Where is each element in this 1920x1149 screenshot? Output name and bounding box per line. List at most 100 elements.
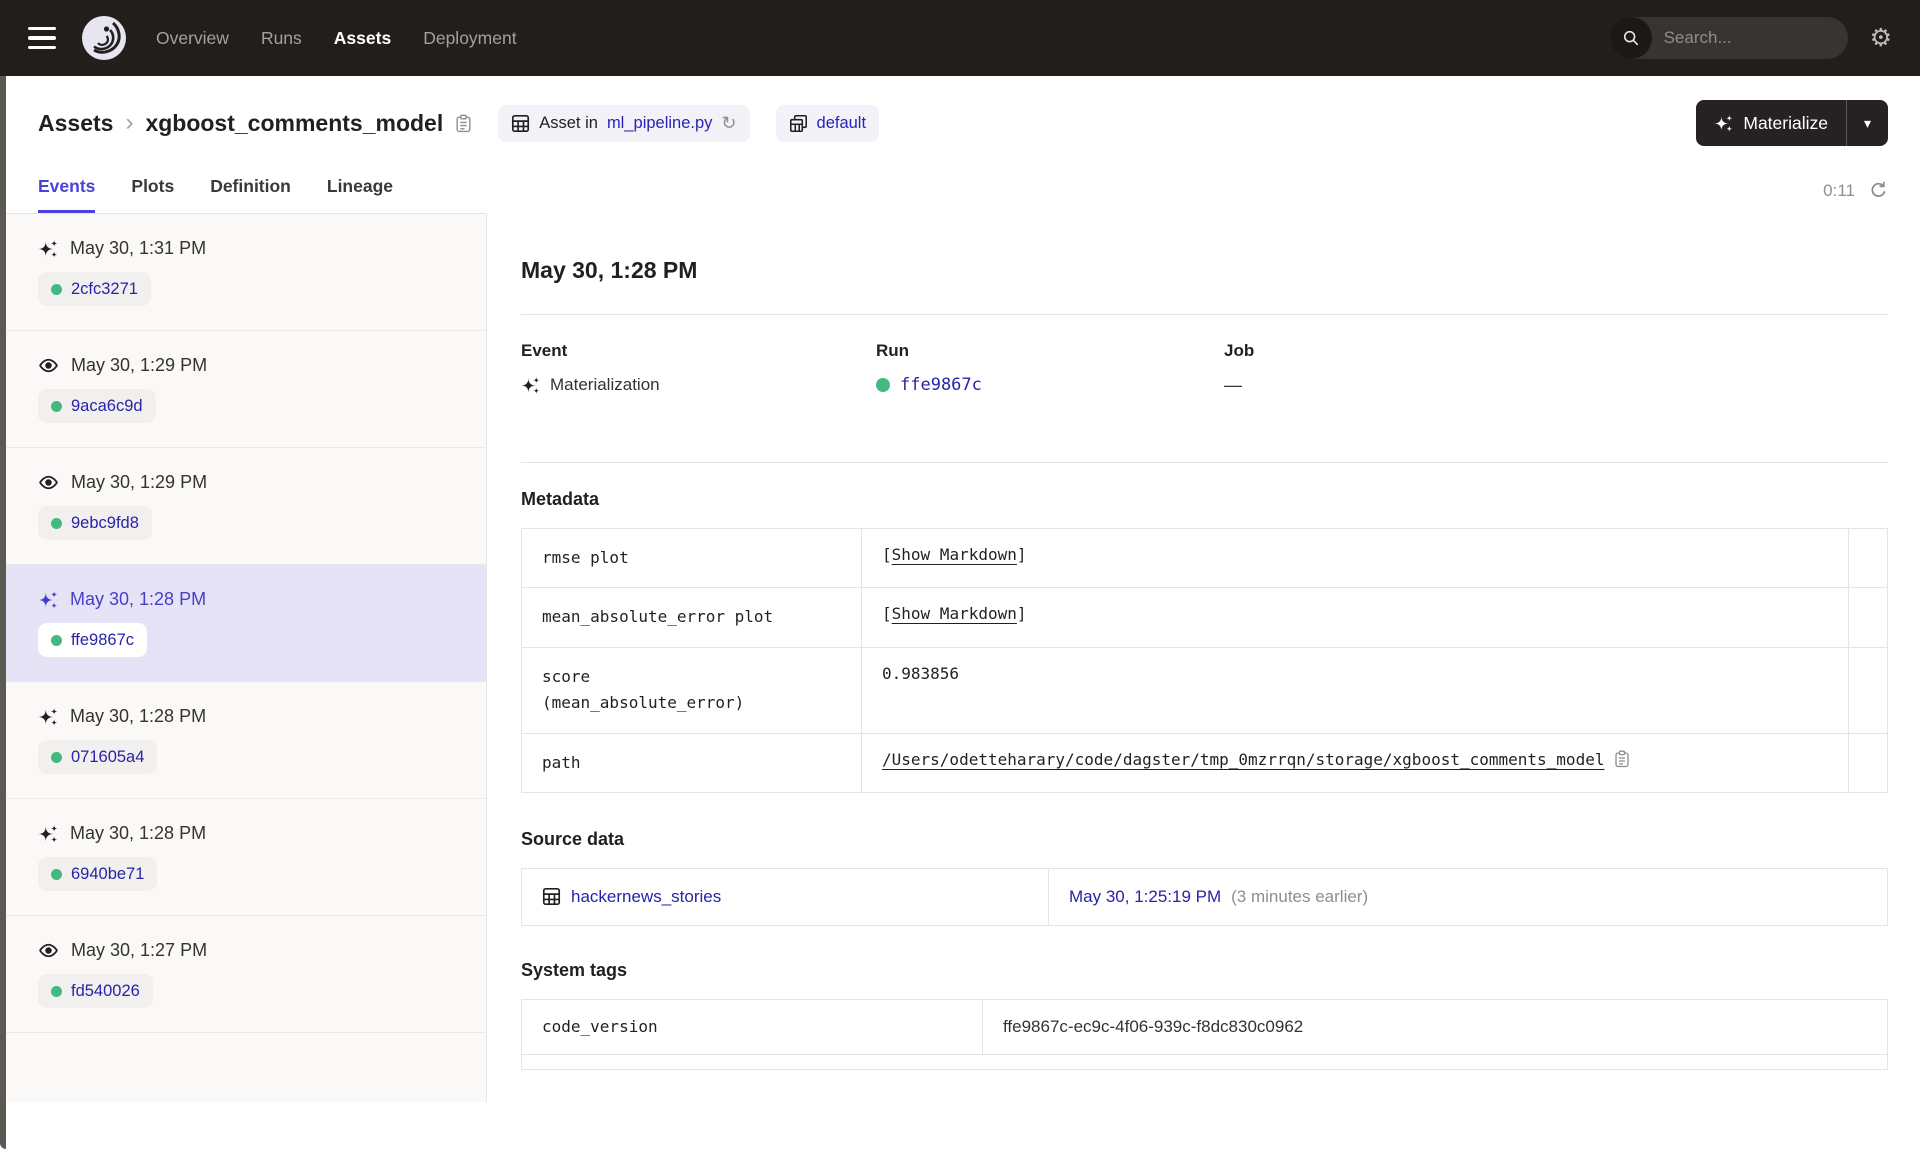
metadata-row-end [1849, 529, 1887, 587]
event-list-item[interactable]: May 30, 1:29 PM 9ebc9fd8 [0, 448, 486, 565]
event-timestamp: May 30, 1:29 PM [71, 355, 208, 375]
bracket: [ [882, 545, 892, 564]
content-area: May 30, 1:31 PM 2cfc3271 May 30, 1:29 PM… [0, 213, 1920, 1102]
show-markdown-link[interactable]: Show Markdown [892, 604, 1017, 623]
divider [521, 462, 1888, 463]
event-list-item[interactable]: May 30, 1:27 PM fd540026 [0, 916, 486, 1033]
group-default-link[interactable]: default [817, 114, 867, 133]
run-status-dot [51, 634, 62, 646]
event-type-value: Materialization [550, 375, 660, 394]
run-id-badge: 6940be71 [38, 857, 158, 891]
copy-path-icon[interactable] [1614, 750, 1630, 768]
materialize-label: Materialize [1743, 112, 1828, 133]
run-id-link[interactable]: 071605a4 [71, 748, 144, 767]
show-markdown-link[interactable]: Show Markdown [892, 545, 1017, 564]
event-timestamp: May 30, 1:28 PM [70, 823, 207, 843]
asset-location-badge: Asset in ml_pipeline.py ↻ [498, 104, 750, 142]
source-timestamp-link[interactable]: May 30, 1:25:19 PM [1069, 887, 1221, 907]
system-tags-heading: System tags [521, 959, 628, 980]
run-status-dot [51, 400, 62, 412]
metadata-heading: Metadata [521, 489, 600, 509]
metadata-key: rmse plot [522, 529, 862, 588]
tab-plots[interactable]: Plots [131, 176, 174, 213]
run-id-badge: 9aca6c9d [38, 389, 156, 423]
observation-eye-icon [38, 472, 59, 493]
run-id-link[interactable]: fd540026 [71, 982, 140, 1001]
run-id-link[interactable]: 2cfc3271 [71, 280, 138, 299]
window-edge-strip [0, 76, 6, 1149]
event-detail-panel: May 30, 1:28 PM Event Materialization Ru… [487, 213, 1920, 1102]
job-value: — [1224, 375, 1242, 395]
asset-group-icon [789, 114, 808, 133]
run-id-link[interactable]: ffe9867c [71, 631, 134, 650]
metadata-row: mean_absolute_error plot [Show Markdown] [522, 588, 1887, 648]
run-id-link[interactable]: 9ebc9fd8 [71, 514, 139, 533]
run-id-badge: 9ebc9fd8 [38, 506, 152, 540]
metadata-row: score (mean_absolute_error) 0.983856 [522, 647, 1887, 734]
run-status-dot [51, 283, 62, 295]
system-tag-value: ffe9867c-ec9c-4f06-939c-f8dc830c0962 [1003, 1016, 1304, 1036]
table-grid-icon [511, 114, 530, 133]
event-timestamp: May 30, 1:31 PM [70, 238, 207, 258]
event-timestamp: May 30, 1:28 PM [70, 589, 207, 609]
event-timestamp: May 30, 1:29 PM [71, 472, 208, 492]
materialization-icon [38, 590, 58, 610]
score-value: 0.983856 [882, 663, 960, 683]
run-label: Run [876, 341, 910, 360]
search-icon [1609, 17, 1652, 59]
tab-definition[interactable]: Definition [210, 176, 291, 213]
run-id-badge: 2cfc3271 [38, 272, 151, 306]
settings-gear-icon[interactable]: ⚙ [1870, 25, 1892, 51]
reload-definitions-icon[interactable]: ↻ [721, 113, 736, 134]
bracket: [ [882, 604, 892, 624]
run-id-link[interactable]: ffe9867c [900, 375, 982, 395]
nav-item-assets[interactable]: Assets [334, 28, 391, 49]
breadcrumb-separator: › [125, 109, 134, 136]
page-header: Assets › xgboost_comments_model Asset in… [0, 100, 1920, 213]
event-label: Event [521, 341, 568, 360]
bracket: ] [1016, 604, 1027, 624]
materialization-icon [38, 239, 58, 259]
nav-item-deployment[interactable]: Deployment [423, 28, 516, 49]
observation-eye-icon [38, 355, 59, 376]
run-id-link[interactable]: 9aca6c9d [71, 397, 143, 416]
source-asset-link[interactable]: hackernews_stories [571, 887, 721, 907]
metadata-row-end [1849, 648, 1887, 733]
event-detail-title: May 30, 1:28 PM [521, 257, 698, 283]
run-status-dot [876, 378, 890, 392]
path-link[interactable]: /Users/odetteharary/code/dagster/tmp_0mz… [882, 750, 1604, 769]
search-input[interactable] [1651, 28, 1848, 48]
refresh-countdown: 0:11 [1823, 180, 1855, 200]
search-box[interactable]: / [1609, 17, 1848, 59]
event-list-sidebar: May 30, 1:31 PM 2cfc3271 May 30, 1:29 PM… [0, 213, 487, 1102]
nav-item-runs[interactable]: Runs [261, 28, 302, 49]
asset-file-link[interactable]: ml_pipeline.py [607, 114, 712, 133]
metadata-key: path [522, 733, 862, 792]
source-data-row: hackernews_stories May 30, 1:25:19 PM (3… [522, 868, 1887, 925]
materialize-dropdown-button[interactable]: ▾ [1846, 100, 1888, 146]
refresh-icon[interactable] [1869, 181, 1888, 200]
event-list-item[interactable]: May 30, 1:28 PM 6940be71 [0, 799, 486, 916]
metadata-row-end [1849, 588, 1887, 646]
event-list-item[interactable]: May 30, 1:28 PM 071605a4 [0, 682, 486, 799]
breadcrumb-assets-link[interactable]: Assets [38, 110, 113, 137]
tab-events[interactable]: Events [38, 176, 96, 213]
metadata-row-end [1849, 734, 1887, 792]
materialize-split-button: Materialize ▾ [1696, 100, 1888, 146]
materialize-button[interactable]: Materialize [1696, 100, 1846, 146]
copy-asset-name-icon[interactable] [455, 114, 472, 133]
nav-item-overview[interactable]: Overview [156, 28, 229, 49]
run-status-dot [51, 751, 62, 763]
primary-nav: Overview Runs Assets Deployment [156, 28, 517, 49]
event-list-item[interactable]: May 30, 1:29 PM 9aca6c9d [0, 331, 486, 448]
event-list-item-selected[interactable]: May 30, 1:28 PM ffe9867c [0, 565, 486, 682]
dagster-logo-icon[interactable] [80, 14, 128, 62]
tab-lineage[interactable]: Lineage [327, 176, 393, 213]
run-status-dot [51, 868, 62, 880]
run-id-link[interactable]: 6940be71 [71, 865, 144, 884]
event-list-item[interactable]: May 30, 1:31 PM 2cfc3271 [0, 214, 486, 331]
hamburger-menu-icon[interactable] [28, 26, 58, 50]
metadata-row: rmse plot [Show Markdown] [522, 529, 1887, 589]
bracket: ] [1016, 545, 1027, 564]
run-id-badge: ffe9867c [38, 623, 148, 657]
